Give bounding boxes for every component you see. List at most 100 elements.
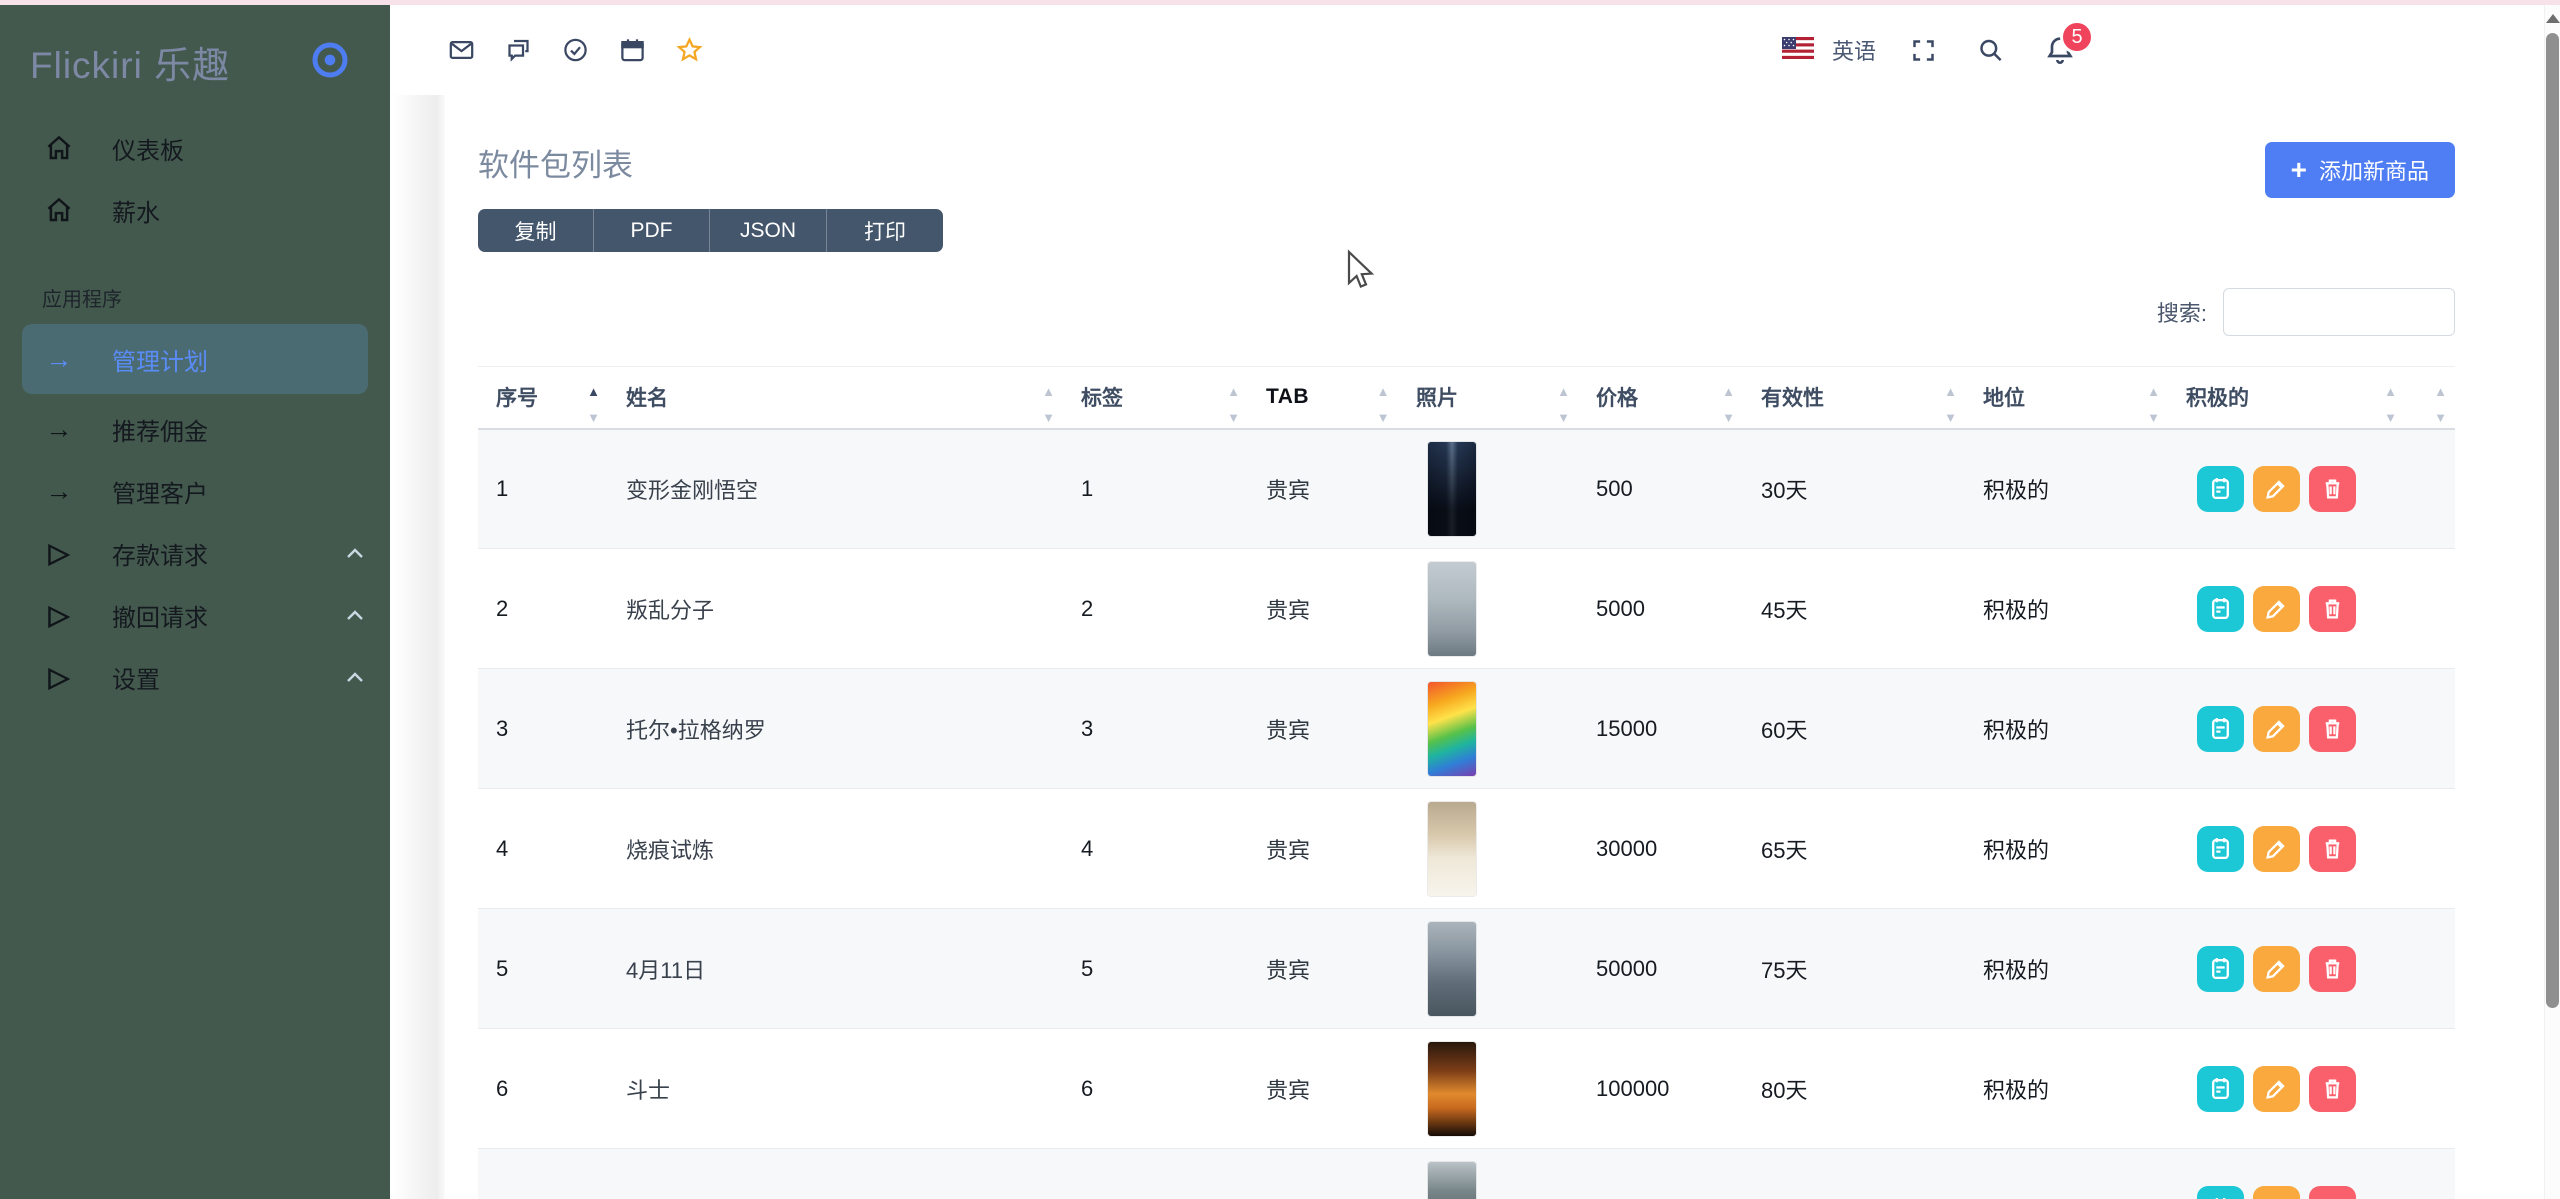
delete-button[interactable] (2309, 826, 2356, 872)
sort-desc-icon[interactable]: ▼ (2434, 411, 2447, 424)
column-header[interactable]: TAB▲▼ (1248, 367, 1398, 429)
column-header[interactable]: 照片▲▼ (1398, 367, 1578, 429)
sidebar-item[interactable]: →管理客户 (0, 460, 390, 522)
scorch-trials-poster (1428, 802, 1476, 896)
sort-desc-icon[interactable]: ▼ (1042, 411, 1055, 424)
edit-button[interactable] (2253, 706, 2300, 752)
calendar-button[interactable] (2197, 466, 2244, 512)
delete-button[interactable] (2309, 586, 2356, 632)
delete-button[interactable] (2309, 1066, 2356, 1112)
sort-desc-icon[interactable]: ▼ (587, 411, 600, 424)
fullscreen-icon[interactable] (1910, 37, 1937, 64)
sidebar-item[interactable]: →管理计划 (22, 324, 368, 394)
table-search-input[interactable] (2223, 288, 2455, 336)
calendar-button[interactable] (2197, 946, 2244, 992)
export-button[interactable]: PDF (594, 209, 710, 252)
cell-name: 移动迷宫 (608, 1149, 1063, 1199)
chevron-up-icon[interactable] (346, 548, 364, 559)
sidebar-item[interactable]: ▷存款请求 (0, 522, 390, 584)
column-header[interactable]: 标签▲▼ (1063, 367, 1248, 429)
arrow-right-icon: → (42, 344, 76, 375)
edit-button[interactable] (2253, 1066, 2300, 1112)
sort-asc-icon[interactable]: ▲ (1944, 385, 1957, 398)
add-new-item-button[interactable]: + 添加新商品 (2265, 142, 2455, 198)
export-button[interactable]: 打印 (827, 209, 943, 252)
maze-runner-poster (1428, 1162, 1476, 1199)
column-header[interactable]: 序号▲▼ (478, 367, 608, 429)
calendar-button[interactable] (2197, 1066, 2244, 1112)
record-circle-icon[interactable] (310, 40, 350, 85)
scrollbar-up-arrow[interactable] (2546, 14, 2560, 23)
sidebar-item[interactable]: ▷设置 (0, 646, 390, 708)
column-header[interactable]: 姓名▲▼ (608, 367, 1063, 429)
sort-asc-icon[interactable]: ▲ (2434, 385, 2447, 398)
chevron-up-icon[interactable] (346, 672, 364, 683)
delete-button[interactable] (2309, 1186, 2356, 1199)
sort-desc-icon[interactable]: ▼ (1377, 411, 1390, 424)
delete-button[interactable] (2309, 946, 2356, 992)
table-body: 1变形金刚悟空1贵宾50030天积极的2叛乱分子2贵宾500045天积极的3托尔… (478, 429, 2455, 1199)
notifications-bell[interactable]: 5 (2044, 34, 2076, 66)
sort-asc-icon[interactable]: ▲ (1557, 385, 1570, 398)
sidebar-item[interactable]: 仪表板 (0, 117, 390, 179)
notification-badge: 5 (2060, 20, 2094, 54)
sort-asc-icon[interactable]: ▲ (587, 385, 600, 398)
sort-desc-icon[interactable]: ▼ (2384, 411, 2397, 424)
edit-button[interactable] (2253, 466, 2300, 512)
calendar-button[interactable] (2197, 826, 2244, 872)
sort-desc-icon[interactable]: ▼ (1227, 411, 1240, 424)
export-button[interactable]: 复制 (478, 209, 594, 252)
edit-button[interactable] (2253, 826, 2300, 872)
cell-empty (2405, 789, 2455, 909)
chevron-up-icon[interactable] (346, 610, 364, 621)
column-header[interactable]: 地位 ▲ ▼ (1965, 367, 2168, 429)
mail-icon[interactable] (448, 37, 475, 64)
home-icon (42, 195, 76, 225)
cell-serial: 3 (478, 669, 608, 789)
language-selector[interactable]: 英语 (1832, 34, 1876, 66)
check-circle-icon[interactable] (562, 37, 589, 64)
delete-button[interactable] (2309, 706, 2356, 752)
edit-button[interactable] (2253, 586, 2300, 632)
sidebar-item[interactable]: 薪水 (0, 179, 390, 241)
sort-asc-icon[interactable]: ▲ (1377, 385, 1390, 398)
export-button[interactable]: JSON (710, 209, 827, 252)
calendar-button[interactable] (2197, 586, 2244, 632)
us-flag-icon[interactable] (1782, 37, 1814, 64)
cell-actions (2168, 1149, 2405, 1199)
delete-button[interactable] (2309, 466, 2356, 512)
star-icon[interactable] (676, 37, 703, 64)
sidebar-item[interactable]: →推荐佣金 (0, 398, 390, 460)
brand-logo[interactable]: Flickiri 乐趣 (30, 35, 230, 89)
cell-empty (2405, 429, 2455, 549)
column-header-label: 地位 (1983, 387, 2025, 410)
sort-asc-icon[interactable]: ▲ (1722, 385, 1735, 398)
sort-asc-icon[interactable]: ▲ (2384, 385, 2397, 398)
page-title: 软件包列表 (478, 140, 2455, 185)
search-icon[interactable] (1977, 37, 2004, 64)
scrollbar-thumb[interactable] (2546, 33, 2559, 1008)
sort-desc-icon[interactable]: ▼ (1944, 411, 1957, 424)
calendar-button[interactable] (2197, 1186, 2244, 1199)
calendar-icon[interactable] (619, 37, 646, 64)
sort-asc-icon[interactable]: ▲ (1227, 385, 1240, 398)
cell-photo (1398, 909, 1578, 1029)
sort-asc-icon[interactable]: ▲ (2147, 385, 2160, 398)
sort-desc-icon[interactable]: ▼ (1557, 411, 1570, 424)
column-header[interactable]: 有效性▲▼ (1743, 367, 1965, 429)
sort-desc-icon[interactable]: ▼ (1722, 411, 1735, 424)
column-header[interactable]: 积极的▲▼ (2168, 367, 2405, 429)
column-header-empty[interactable]: ▲▼ (2405, 367, 2455, 429)
edit-button[interactable] (2253, 946, 2300, 992)
vertical-scrollbar[interactable] (2544, 5, 2560, 1199)
cell-actions (2168, 669, 2405, 789)
sort-asc-icon[interactable]: ▲ (1042, 385, 1055, 398)
sidebar-item[interactable]: ▷撤回请求 (0, 584, 390, 646)
cell-price: 15000 (1578, 669, 1743, 789)
edit-button[interactable] (2253, 1186, 2300, 1199)
calendar-button[interactable] (2197, 706, 2244, 752)
chat-icon[interactable] (505, 37, 532, 64)
sort-desc-icon[interactable]: ▼ (2147, 411, 2160, 424)
sidebar-item-label: 存款请求 (112, 536, 208, 571)
column-header[interactable]: 价格▲▼ (1578, 367, 1743, 429)
